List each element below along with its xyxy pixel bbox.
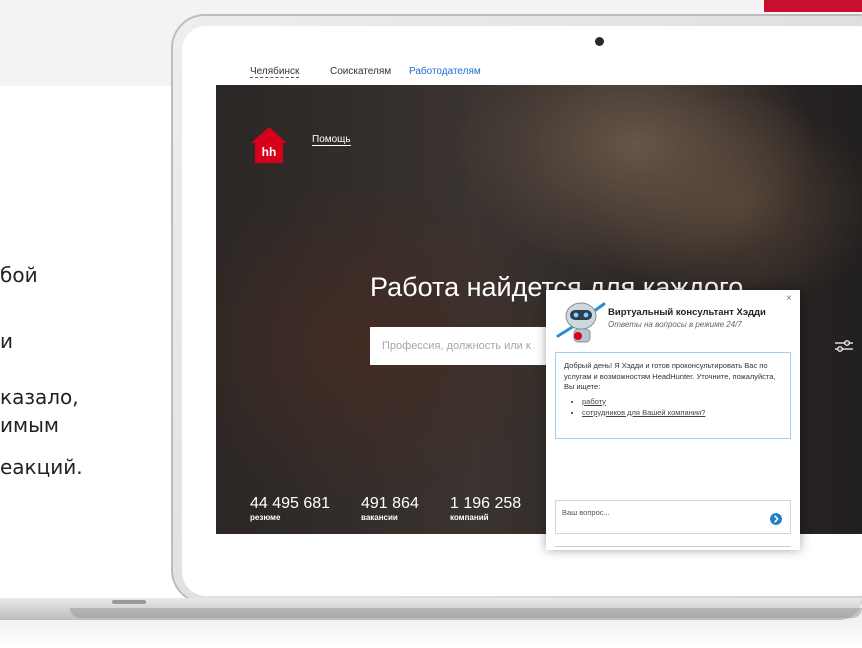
stat-label: вакансии	[361, 513, 398, 522]
send-button-icon[interactable]	[770, 513, 782, 525]
slide-text-line-3: казало,	[0, 385, 79, 409]
logo-text: hh	[262, 145, 277, 159]
chat-subtitle: Ответы на вопросы в режиме 24/7	[608, 320, 742, 329]
slide-text-line-2: и	[0, 329, 13, 353]
stat-companies: 1 196 258 компаний	[450, 495, 521, 523]
filter-icon[interactable]	[834, 339, 854, 353]
slide-text-line-1: бой	[0, 263, 38, 287]
nav-job-seekers[interactable]: Соискателям	[330, 66, 391, 77]
stat-label: резюме	[250, 513, 281, 522]
chat-title: Виртуальный консультант Хэдди	[608, 307, 766, 318]
stat-resumes: 44 495 681 резюме	[250, 495, 330, 523]
chat-option[interactable]: работу	[582, 396, 782, 407]
laptop-base-edge	[70, 608, 862, 618]
hh-logo[interactable]: hh	[250, 126, 288, 164]
chat-options-list: работу сотрудников для Вашей компании?	[564, 396, 782, 418]
stat-vacancies: 491 864 вакансии	[361, 495, 419, 523]
chat-option-label[interactable]: сотрудников для Вашей компании?	[582, 408, 705, 417]
stat-value: 491 864	[361, 495, 419, 512]
chat-message-bubble: Добрый день! Я Хэдди и готов проконсульт…	[555, 352, 791, 439]
laptop-base-notch	[112, 600, 146, 604]
help-link[interactable]: Помощь	[312, 134, 351, 146]
chat-message-text: Добрый день! Я Хэдди и готов проконсульт…	[564, 361, 776, 391]
slide-text-line-5: еакций.	[0, 455, 83, 479]
search-input[interactable]	[370, 327, 562, 365]
chat-question-input[interactable]	[562, 505, 762, 519]
slide-text-line-4: имым	[0, 413, 59, 437]
chat-option-label[interactable]: работу	[582, 397, 606, 406]
camera-icon	[595, 37, 604, 46]
slide-corner-accent	[764, 0, 862, 12]
stat-value: 44 495 681	[250, 495, 331, 512]
chat-divider	[555, 546, 791, 547]
robot-avatar-icon	[556, 302, 606, 343]
chat-option[interactable]: сотрудников для Вашей компании?	[582, 407, 782, 418]
stat-value: 1 196 258	[450, 495, 522, 512]
search-box[interactable]	[370, 327, 562, 365]
nav-employers[interactable]: Работодателям	[409, 66, 481, 77]
chat-input-box[interactable]	[555, 500, 791, 534]
stat-label: компаний	[450, 513, 489, 522]
site-top-bar: Челябинск Соискателям Работодателям	[216, 60, 862, 85]
close-icon[interactable]: ×	[786, 293, 792, 304]
chat-widget: × Виртуальный консультант Хэдди Ответы н…	[546, 290, 800, 550]
city-selector[interactable]: Челябинск	[250, 66, 300, 78]
